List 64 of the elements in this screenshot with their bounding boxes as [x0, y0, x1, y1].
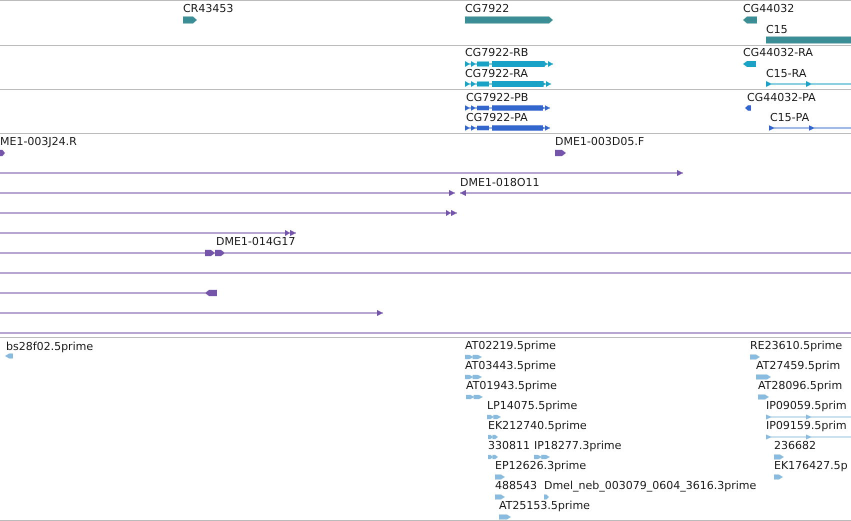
feature-label[interactable]: ME1-003J24.R — [0, 135, 77, 149]
feature-label[interactable]: AT28096.5prim — [758, 379, 842, 393]
feature-label[interactable]: CG7922-PB — [466, 91, 528, 105]
feature-label[interactable]: IP18277.3prime — [534, 439, 622, 453]
est-arrow[interactable] — [499, 513, 511, 521]
feature-label[interactable]: AT01943.5prime — [466, 379, 557, 393]
transcript-glyph[interactable] — [743, 60, 756, 68]
est-arrow[interactable] — [774, 473, 783, 481]
transcript-glyph[interactable] — [465, 80, 551, 88]
gene-arrow[interactable] — [743, 16, 757, 24]
feature-label[interactable]: CG7922 — [465, 2, 510, 16]
feature-label[interactable]: CG44032 — [743, 2, 794, 16]
est-arrow[interactable] — [758, 393, 769, 401]
feature-label[interactable]: CR43453 — [183, 2, 234, 16]
feature-label[interactable]: CG7922-RA — [465, 67, 528, 81]
feature-label[interactable]: DME1-003D05.F — [555, 135, 644, 149]
protein-glyph[interactable] — [745, 104, 751, 112]
est-arrow[interactable] — [750, 353, 760, 361]
gene-arrow[interactable] — [183, 16, 197, 24]
feature-label[interactable]: C15-PA — [770, 111, 810, 125]
est-arrow[interactable] — [495, 493, 505, 501]
feature-label[interactable]: bs28f02.5prime — [6, 340, 94, 354]
est-arrow[interactable] — [488, 433, 498, 441]
feature-label[interactable]: IP09059.5prim — [766, 399, 847, 413]
feature-label[interactable]: LP14075.5prime — [487, 399, 578, 413]
feature-label[interactable]: 236682 — [774, 439, 816, 453]
est-arrow[interactable] — [766, 433, 851, 441]
est-arrow[interactable] — [488, 453, 498, 461]
feature-label[interactable]: DME1-014G17 — [216, 235, 296, 249]
feature-label[interactable]: 330811 — [488, 439, 530, 453]
feature-label[interactable]: EP12626.3prime — [495, 459, 586, 473]
est-arrow[interactable] — [487, 413, 501, 421]
protein-glyph[interactable] — [465, 104, 550, 112]
feature-label[interactable]: CG44032-PA — [747, 91, 816, 105]
est-arrow[interactable] — [544, 493, 549, 501]
feature-label[interactable]: Dmel_neb_003079_0604_3616.3prime — [544, 479, 756, 493]
feature-label[interactable]: CG7922-RB — [465, 46, 528, 60]
feature-label[interactable]: CG44032-RA — [743, 46, 813, 60]
est-arrow[interactable] — [5, 352, 13, 360]
feature-label[interactable]: EK176427.5p — [774, 459, 848, 473]
feature-label[interactable]: IP09159.5prim — [766, 419, 847, 433]
feature-label[interactable]: RE23610.5prime — [750, 339, 842, 353]
est-arrow[interactable] — [465, 373, 482, 381]
feature-label[interactable]: AT27459.5prim — [756, 359, 840, 373]
feature-label[interactable]: DME1-018O11 — [460, 176, 540, 190]
feature-label[interactable]: CG7922-PA — [466, 111, 528, 125]
feature-label[interactable]: C15 — [766, 23, 788, 37]
feature-label[interactable]: C15-RA — [766, 67, 806, 81]
feature-label[interactable]: AT03443.5prime — [465, 359, 556, 373]
protein-glyph[interactable] — [465, 124, 550, 132]
est-arrow[interactable] — [774, 453, 784, 461]
feature-label[interactable]: EK212740.5prime — [488, 419, 587, 433]
est-arrow[interactable] — [466, 393, 483, 401]
feature-label[interactable]: AT02219.5prime — [465, 339, 556, 353]
est-arrow[interactable] — [534, 453, 550, 461]
est-arrow[interactable] — [756, 373, 771, 381]
est-arrow[interactable] — [465, 353, 482, 361]
feature-label[interactable]: 488543 — [495, 479, 537, 493]
transcript-glyph[interactable] — [465, 60, 553, 68]
feature-label[interactable]: AT25153.5prime — [499, 499, 590, 513]
protein-glyph[interactable] — [769, 124, 851, 132]
transcript-glyph[interactable] — [766, 80, 851, 88]
est-arrow[interactable] — [766, 413, 851, 421]
est-arrow[interactable] — [495, 473, 505, 481]
